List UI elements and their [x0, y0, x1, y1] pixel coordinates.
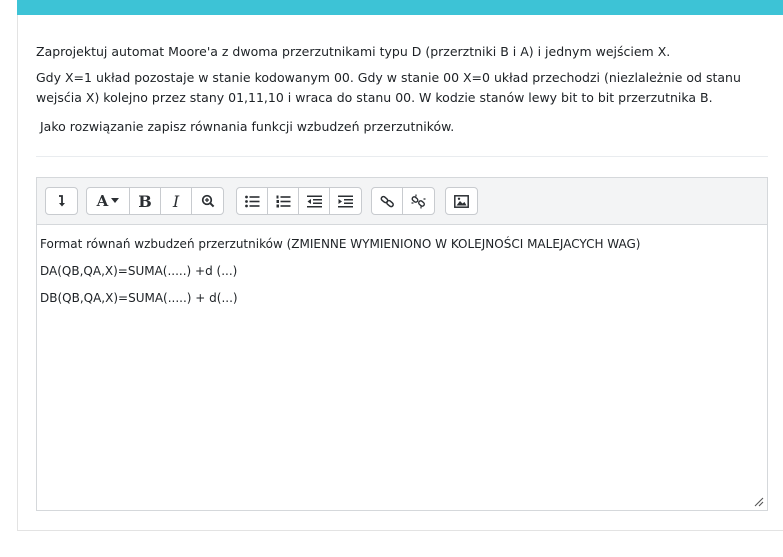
bold-label: B — [138, 191, 152, 211]
italic-label: I — [172, 191, 180, 211]
link-button[interactable] — [372, 188, 403, 214]
header-accent-bar — [17, 0, 783, 15]
font-style-button[interactable]: A — [87, 188, 130, 214]
editor-line-1: Format równań wzbudzeń przerzutników (ZM… — [40, 237, 641, 251]
unordered-list-button[interactable] — [237, 188, 268, 214]
editor-line-2: DA(QB,QA,X)=SUMA(.....) +d (...) — [40, 264, 238, 278]
outdent-button[interactable] — [299, 188, 330, 214]
indent-icon — [338, 195, 353, 207]
indent-button[interactable] — [330, 188, 361, 214]
bold-button[interactable]: B — [130, 188, 161, 214]
resize-handle-icon[interactable] — [754, 497, 764, 507]
italic-button[interactable]: I — [161, 188, 192, 214]
editor-content[interactable]: Format równań wzbudzeń przerzutników (ZM… — [40, 235, 763, 316]
question-text-line-1: Zaprojektuj automat Moore'a z dwoma prze… — [36, 44, 671, 59]
accessibility-checker-button[interactable] — [192, 188, 223, 214]
toolbar-group-media — [445, 187, 478, 215]
outdent-icon — [306, 195, 322, 207]
link-icon — [380, 195, 394, 207]
answer-editor[interactable]: A B I Format równań wzbudzeń przerzutnik… — [36, 177, 768, 511]
accessibility-checker-icon — [201, 194, 214, 208]
question-text-line-2: Gdy X=1 układ pozostaje w stanie kodowan… — [36, 70, 741, 105]
image-icon — [454, 194, 469, 208]
toolbar-group-toggle — [45, 187, 78, 215]
unlink-icon — [411, 194, 426, 208]
toolbar-group-links — [371, 187, 435, 215]
insert-image-button[interactable] — [446, 188, 477, 214]
font-style-label: A — [96, 192, 109, 210]
ordered-list-icon — [276, 195, 290, 207]
caret-down-icon — [111, 198, 120, 203]
editor-line-3: DB(QB,QA,X)=SUMA(.....) + d(...) — [40, 291, 238, 305]
question-text-line-3: Jako rozwiązanie zapisz równania funkcji… — [40, 119, 455, 134]
toolbar-toggle-button[interactable] — [46, 188, 77, 214]
toolbar-group-format: A B I — [86, 187, 224, 215]
arrow-down-icon — [58, 195, 65, 207]
unordered-list-icon — [244, 195, 259, 207]
toolbar-group-lists — [236, 187, 362, 215]
ordered-list-button[interactable] — [268, 188, 299, 214]
divider — [36, 156, 768, 157]
unlink-button[interactable] — [403, 188, 434, 214]
editor-toolbar: A B I — [37, 178, 767, 225]
